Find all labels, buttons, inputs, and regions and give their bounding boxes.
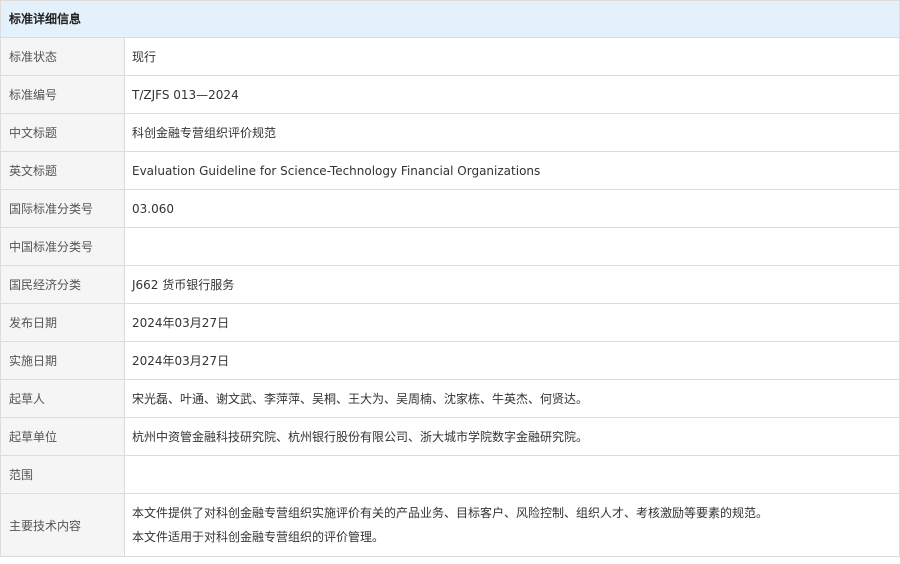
table-row-publish-date: 发布日期 2024年03月27日	[1, 303, 899, 342]
table-row-effective-date: 实施日期 2024年03月27日	[1, 341, 899, 380]
row-value: 2024年03月27日	[124, 341, 899, 380]
row-label: 中文标题	[1, 113, 125, 152]
row-value: 03.060	[124, 189, 899, 228]
standard-detail-panel: 标准详细信息 标准状态 现行 标准编号 T/ZJFS 013—2024 中文标题…	[0, 0, 900, 557]
row-value	[124, 227, 899, 266]
table-row-status: 标准状态 现行	[1, 38, 899, 76]
table-row-scope: 范围	[1, 455, 899, 494]
panel-title: 标准详细信息	[1, 1, 899, 38]
row-value: 杭州中资管金融科技研究院、杭州银行股份有限公司、浙大城市学院数字金融研究院。	[124, 417, 899, 456]
row-label: 起草单位	[1, 417, 125, 456]
row-value: 宋光磊、叶通、谢文武、李萍萍、吴桐、王大为、吴周楠、沈家栋、牛英杰、何贤达。	[124, 379, 899, 418]
table-row-ccs: 中国标准分类号	[1, 227, 899, 266]
row-value: 现行	[124, 38, 899, 76]
table-row-chinese-title: 中文标题 科创金融专营组织评价规范	[1, 113, 899, 152]
table-row-english-title: 英文标题 Evaluation Guideline for Science-Te…	[1, 151, 899, 190]
table-row-standard-number: 标准编号 T/ZJFS 013—2024	[1, 75, 899, 114]
row-value: Evaluation Guideline for Science-Technol…	[124, 151, 899, 190]
row-value: T/ZJFS 013—2024	[124, 75, 899, 114]
table-row-drafters: 起草人 宋光磊、叶通、谢文武、李萍萍、吴桐、王大为、吴周楠、沈家栋、牛英杰、何贤…	[1, 379, 899, 418]
row-value: 2024年03月27日	[124, 303, 899, 342]
row-label: 国民经济分类	[1, 265, 125, 304]
row-label: 范围	[1, 455, 125, 494]
table-row-economic-class: 国民经济分类 J662 货币银行服务	[1, 265, 899, 304]
row-label: 英文标题	[1, 151, 125, 190]
detail-table: 标准状态 现行 标准编号 T/ZJFS 013—2024 中文标题 科创金融专营…	[1, 38, 899, 557]
table-row-main-content: 主要技术内容 本文件提供了对科创金融专营组织实施评价有关的产品业务、目标客户、风…	[1, 493, 899, 557]
row-value: 科创金融专营组织评价规范	[124, 113, 899, 152]
row-label: 标准状态	[1, 38, 125, 76]
row-label: 起草人	[1, 379, 125, 418]
row-label: 发布日期	[1, 303, 125, 342]
table-row-drafting-units: 起草单位 杭州中资管金融科技研究院、杭州银行股份有限公司、浙大城市学院数字金融研…	[1, 417, 899, 456]
row-label: 国际标准分类号	[1, 189, 125, 228]
row-value: J662 货币银行服务	[124, 265, 899, 304]
row-label: 实施日期	[1, 341, 125, 380]
row-label: 标准编号	[1, 75, 125, 114]
row-label: 主要技术内容	[1, 493, 125, 557]
table-row-ics: 国际标准分类号 03.060	[1, 189, 899, 228]
row-label: 中国标准分类号	[1, 227, 125, 266]
row-value	[124, 455, 899, 494]
main-content-line-2: 本文件适用于对科创金融专营组织的评价管理。	[132, 530, 385, 544]
main-content-line-1: 本文件提供了对科创金融专营组织实施评价有关的产品业务、目标客户、风险控制、组织人…	[132, 506, 769, 520]
row-value: 本文件提供了对科创金融专营组织实施评价有关的产品业务、目标客户、风险控制、组织人…	[124, 493, 899, 557]
